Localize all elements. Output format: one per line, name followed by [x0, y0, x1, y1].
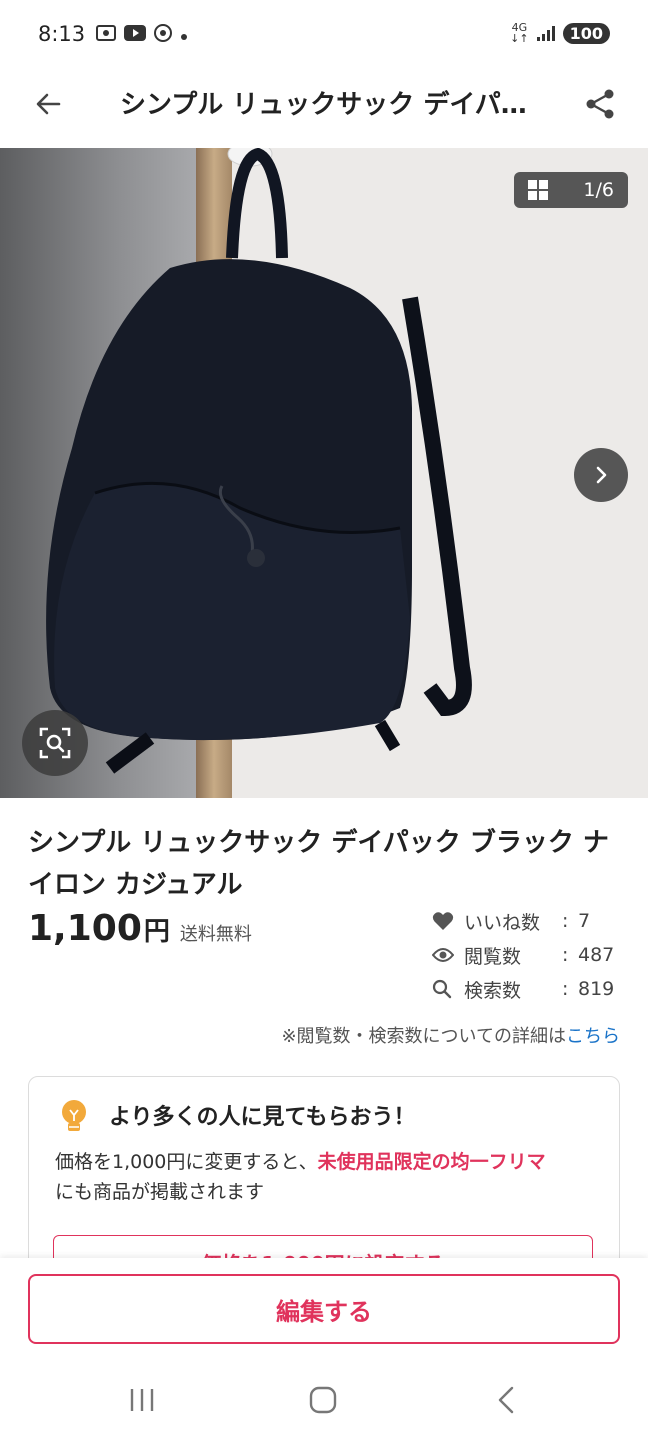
stat-colon: : [562, 910, 569, 932]
product-photo[interactable]: 1/6 [0, 148, 648, 798]
status-right: 4G ↓↑ 100 [510, 22, 610, 44]
home-button[interactable] [293, 1380, 353, 1420]
stats-detail-link[interactable]: こちら [566, 1026, 620, 1047]
promo-text-start: 価格を1,000円に変更すると、 [55, 1151, 318, 1173]
search-icon [432, 978, 458, 1000]
stats-note: ※閲覧数・検索数についての詳細はこちら [281, 1022, 620, 1048]
product-stats: いいね数 : 7 閲覧数 : 487 検索数 : 819 [432, 904, 622, 1006]
grid-icon [528, 180, 548, 200]
status-time: 8:13 [38, 22, 86, 46]
back-arrow-icon [36, 93, 61, 115]
recent-apps-icon [130, 1389, 154, 1411]
price-block: 1,100 円 送料無料 [28, 908, 252, 949]
product-name: シンプル リュックサック デイパック ブラック ナイロン カジュアル [28, 828, 609, 900]
stat-colon: : [562, 978, 569, 1000]
image-search-button[interactable] [22, 710, 88, 776]
image-counter[interactable]: 1/6 [514, 172, 628, 208]
image-counter-text: 1/6 [583, 179, 614, 201]
network-type: 4G ↓↑ [510, 21, 529, 45]
shipping-label: 送料無料 [179, 924, 252, 945]
chrome-icon [154, 24, 172, 46]
system-back-button[interactable] [476, 1380, 536, 1420]
page-title: シンプル リュックサック デイパ… [120, 90, 527, 120]
backpack-image [46, 148, 472, 774]
price-currency: 円 [143, 917, 170, 947]
stat-value: 7 [578, 910, 591, 932]
stat-colon: : [562, 944, 569, 966]
system-nav-bar [0, 1362, 648, 1440]
promo-text-highlight: 未使用品限定の均一フリマ [317, 1151, 546, 1173]
share-button[interactable] [576, 80, 624, 128]
lightbulb-icon [62, 1100, 86, 1131]
next-image-button[interactable] [574, 448, 628, 502]
chevron-right-icon [596, 466, 607, 484]
stat-label: いいね数 [464, 911, 541, 934]
eye-icon [432, 944, 458, 966]
stat-label: 閲覧数 [464, 945, 522, 968]
promo-text: 価格を1,000円に変更すると、未使用品限定の均一フリマにも商品が掲載されます [55, 1147, 603, 1207]
heart-icon [432, 910, 458, 932]
battery-indicator: 100 [562, 22, 610, 44]
dot-icon [180, 26, 188, 45]
stat-likes: いいね数 : 7 [432, 904, 622, 938]
promo-text-end: にも商品が掲載されます [55, 1181, 265, 1203]
system-back-icon [498, 1386, 514, 1414]
stat-searches: 検索数 : 819 [432, 972, 622, 1006]
stat-views: 閲覧数 : 487 [432, 938, 622, 972]
promo-title: より多くの人に見てもらおう！ [109, 1105, 416, 1130]
stats-note-text: ※閲覧数・検索数についての詳細は [281, 1026, 566, 1047]
status-bar: 8:13 4G ↓↑ 100 [0, 0, 648, 72]
youtube-icon [124, 25, 146, 45]
price-value: 1,100 [28, 908, 142, 949]
stat-label: 検索数 [464, 979, 522, 1002]
share-icon [586, 89, 614, 119]
app-header: シンプル リュックサック デイパ… [0, 72, 648, 148]
edit-button[interactable]: 編集する [28, 1274, 620, 1344]
image-search-icon [39, 727, 71, 759]
home-icon [309, 1386, 337, 1414]
stat-value: 487 [578, 944, 615, 966]
back-button[interactable] [26, 82, 70, 126]
signal-icon [536, 25, 555, 41]
screenshot-icon [96, 24, 116, 46]
notification-icons [96, 24, 188, 46]
stat-value: 819 [578, 978, 615, 1000]
recent-apps-button[interactable] [112, 1380, 172, 1420]
bottom-action-bar: 編集する [0, 1258, 648, 1362]
